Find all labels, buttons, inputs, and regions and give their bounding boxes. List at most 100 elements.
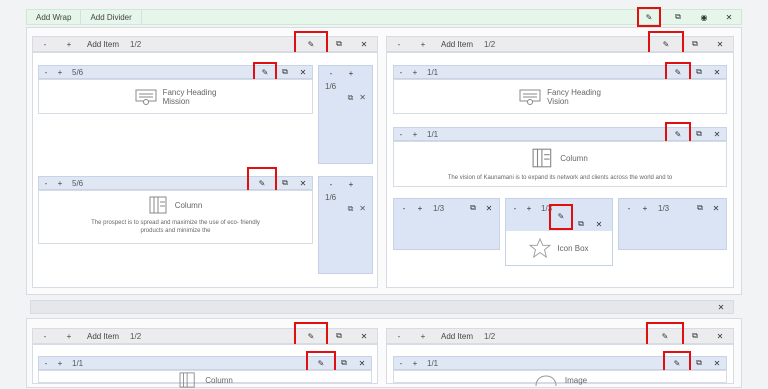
close-icon[interactable]: ✕ [708,128,726,140]
element-card[interactable]: Fancy Heading Vision [393,79,727,114]
add-item-button[interactable]: Add Item [81,329,125,343]
minus-button[interactable]: - [39,177,53,189]
add-item-button[interactable]: Add Item [435,37,479,51]
copy-icon[interactable]: ⧉ [683,329,707,343]
copy-icon[interactable]: ⧉ [335,357,353,369]
close-icon[interactable]: ✕ [717,10,741,24]
cell-ratio: 1/6 [325,193,337,202]
column-ratio: 1/2 [130,331,142,341]
plus-button[interactable]: + [341,180,361,189]
plus-button[interactable]: + [411,37,435,51]
plus-button[interactable]: + [637,204,653,213]
column-element: Column [39,371,371,389]
minus-button[interactable]: - [508,204,522,213]
inner-toolbar: - + 1/1 ✎ ⧉ ✕ [38,351,372,375]
add-item-button[interactable]: Add Item [81,37,125,51]
minus-button[interactable]: - [33,329,57,343]
plus-button[interactable]: + [408,357,422,369]
side-cell: - + 1/6 ⧉ ✕ [318,176,373,274]
minus-button[interactable]: - [394,66,408,78]
plus-button[interactable]: + [341,69,361,78]
edit-icon[interactable]: ✎ [637,7,661,27]
close-icon[interactable]: ✕ [351,329,377,343]
copy-icon[interactable]: ⧉ [690,66,708,78]
close-icon[interactable]: ✕ [590,220,608,229]
close-icon[interactable]: ✕ [294,177,312,189]
add-wrap-button[interactable]: Add Wrap [27,10,82,24]
plus-button[interactable]: + [53,66,67,78]
element-card[interactable]: Column The vision of Kaunamani is to exp… [393,141,727,187]
minus-button[interactable]: - [321,69,341,78]
cell-ratio: 1/3 [658,203,670,213]
close-icon[interactable]: ✕ [707,37,733,51]
plus-button[interactable]: + [57,329,81,343]
wrap-toolbar: Add Wrap Add Divider ✎ ⧉ ◉ ✕ [26,7,742,27]
close-icon[interactable]: ✕ [353,357,371,369]
minus-button[interactable]: - [396,204,412,213]
copy-icon[interactable]: ⧉ [348,93,354,103]
minus-button[interactable]: - [621,204,637,213]
copy-icon[interactable]: ⧉ [465,203,481,213]
copy-icon[interactable]: ⧉ [348,204,354,214]
element-title: Column [205,375,233,385]
plus-button[interactable]: + [411,329,435,343]
icon-box-element[interactable]: Icon Box [506,231,612,265]
close-icon[interactable]: ✕ [294,66,312,78]
close-icon[interactable]: ✕ [708,204,724,213]
column-toolbar-left: - + Add Item 1/2 ✎ ⧉ ✕ [32,30,378,58]
copy-icon[interactable]: ⧉ [572,219,590,229]
third-cell: - + 1/3 ⧉ ✕ [393,198,500,250]
plus-button[interactable]: + [412,204,428,213]
plus-button[interactable]: + [57,37,81,51]
close-icon[interactable]: ✕ [351,37,377,51]
element-title: Icon Box [557,243,589,253]
plus-button[interactable]: + [53,177,67,189]
copy-icon[interactable]: ⧉ [276,177,294,189]
inner-toolbar: - + 5/6 ✎ ⧉ ✕ [38,167,313,199]
minus-button[interactable]: - [387,37,411,51]
element-title: Column [174,200,203,210]
element-card[interactable]: Column [38,370,372,388]
element-card[interactable]: Fancy Heading Mission [38,79,313,114]
close-icon[interactable]: ✕ [709,301,733,313]
close-icon[interactable]: ✕ [707,329,733,343]
close-icon[interactable]: ✕ [708,357,726,369]
copy-icon[interactable]: ⧉ [327,37,351,51]
copy-icon[interactable]: ⧉ [276,66,294,78]
add-item-button[interactable]: Add Item [435,329,479,343]
close-icon[interactable]: ✕ [359,204,366,214]
copy-icon[interactable]: ⧉ [692,203,708,213]
close-icon[interactable]: ✕ [481,204,497,213]
edit-icon[interactable]: ✎ [549,204,573,230]
fancy-heading-icon [135,89,157,105]
minus-button[interactable]: - [39,357,53,369]
minus-button[interactable]: - [394,128,408,140]
minus-button[interactable]: - [39,66,53,78]
inner-toolbar: - + 1/1 ✎ ⧉ ✕ [393,62,727,82]
plus-button[interactable]: + [408,66,422,78]
plus-button[interactable]: + [522,204,536,213]
inner-ratio: 1/1 [427,129,439,139]
inner-ratio: 5/6 [72,178,84,188]
close-icon[interactable]: ✕ [359,93,366,103]
close-icon[interactable]: ✕ [708,66,726,78]
element-card[interactable]: Image [393,370,727,387]
minus-button[interactable]: - [394,357,408,369]
element-subtitle: Mission [162,96,190,106]
minus-button[interactable]: - [387,329,411,343]
column-ratio: 1/2 [130,39,142,49]
minus-button[interactable]: - [321,180,341,189]
minus-button[interactable]: - [33,37,57,51]
copy-icon[interactable]: ⧉ [327,329,351,343]
copy-icon[interactable]: ⧉ [683,37,707,51]
copy-icon[interactable]: ⧉ [690,357,708,369]
copy-icon[interactable]: ⧉ [665,10,691,24]
plus-button[interactable]: + [408,128,422,140]
copy-icon[interactable]: ⧉ [690,128,708,140]
element-title: Column [560,153,588,163]
element-card[interactable]: Column The prospect is to spread and max… [38,190,313,244]
eye-icon[interactable]: ◉ [691,10,717,24]
inner-ratio: 5/6 [72,67,84,77]
add-divider-button[interactable]: Add Divider [81,10,142,24]
plus-button[interactable]: + [53,357,67,369]
